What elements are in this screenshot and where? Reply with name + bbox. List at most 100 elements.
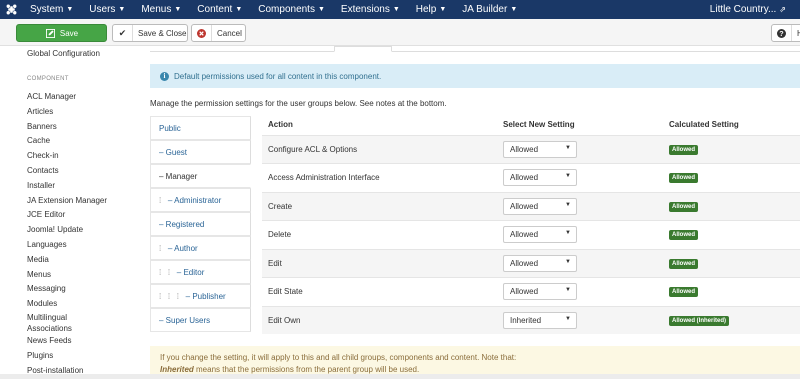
save-close-button[interactable]: ✔ Save & Close: [112, 24, 188, 42]
group-tab-editor[interactable]: ⁞ ⁞ – Editor: [150, 260, 251, 284]
sidebar: Global Configuration COMPONENT ACL Manag…: [0, 46, 142, 379]
menu-ja-builder[interactable]: JA Builder ▼: [454, 4, 525, 15]
group-tab-public[interactable]: Public: [150, 116, 251, 140]
select-value: Inherited: [510, 316, 542, 325]
select-value: Allowed: [510, 173, 539, 182]
joomla-logo-icon[interactable]: [0, 0, 22, 19]
calculated-badge: Allowed: [669, 259, 699, 269]
cancel-label: Cancel: [217, 28, 242, 38]
group-tab-super-users[interactable]: – Super Users: [150, 308, 251, 332]
group-label: – Publisher: [185, 291, 226, 301]
caret-down-icon: ▼: [392, 6, 400, 13]
caret-down-icon: ▼: [66, 6, 74, 13]
setting-select[interactable]: Allowed ▼: [503, 141, 577, 158]
sidebar-item[interactable]: Contacts: [27, 164, 139, 179]
check-icon: ✔: [113, 25, 133, 41]
menu-label: Content: [197, 4, 233, 15]
sidebar-item[interactable]: Multilingual Associations: [27, 312, 87, 334]
action-label: Edit Own: [268, 316, 301, 325]
admin-menubar: System ▼ Users ▼ Menus ▼ Content ▼ Component…: [0, 0, 800, 19]
select-caret-icon: ▼: [565, 145, 571, 151]
menu-label: Help: [415, 4, 437, 15]
menu-help[interactable]: Help ▼: [408, 4, 455, 15]
calculated-badge: Allowed: [669, 145, 699, 155]
save-label: Save: [59, 28, 79, 38]
sidebar-item[interactable]: Menus: [27, 268, 139, 283]
sidebar-item[interactable]: Installer: [27, 179, 139, 194]
group-indent: ⁞ ⁞: [159, 267, 177, 277]
horizontal-scrollbar[interactable]: [0, 374, 800, 379]
table-row: Delete Allowed ▼ Allowed: [262, 220, 800, 248]
setting-select[interactable]: Allowed ▼: [503, 226, 577, 243]
external-link-icon: ⇗: [779, 5, 786, 14]
select-caret-icon: ▼: [565, 230, 571, 236]
table-row: Access Administration Interface Allowed ▼…: [262, 163, 800, 191]
group-tab-administrator[interactable]: ⁞ – Administrator: [150, 188, 251, 212]
select-caret-icon: ▼: [565, 287, 571, 293]
help-button[interactable]: ? H: [771, 24, 800, 42]
menu-label: Extensions: [340, 4, 390, 15]
sidebar-item[interactable]: Modules: [27, 297, 139, 312]
setting-select[interactable]: Inherited ▼: [503, 312, 577, 329]
select-caret-icon: ▼: [565, 316, 571, 322]
group-label: – Author: [167, 243, 198, 253]
group-tab-manager[interactable]: – Manager: [150, 164, 251, 188]
sidebar-item[interactable]: Check-in: [27, 149, 139, 164]
cancel-icon: [192, 25, 212, 41]
menu-components[interactable]: Components ▼: [250, 4, 333, 15]
sidebar-item[interactable]: JCE Editor: [27, 208, 139, 223]
group-tab-publisher[interactable]: ⁞ ⁞ ⁞ – Publisher: [150, 284, 251, 308]
menu-extensions[interactable]: Extensions ▼: [333, 4, 408, 15]
sidebar-item[interactable]: Banners: [27, 120, 139, 135]
caret-down-icon: ▼: [235, 6, 243, 13]
save-button[interactable]: Save: [16, 24, 107, 42]
group-tab-registered[interactable]: – Registered: [150, 212, 251, 236]
manage-description: Manage the permission settings for the u…: [150, 99, 447, 108]
sidebar-item[interactable]: Joomla! Update: [27, 223, 139, 238]
sidebar-item[interactable]: Media: [27, 253, 139, 268]
note-inherited-term: Inherited: [160, 365, 194, 374]
tabs-divider: [150, 51, 800, 52]
toolbar: Save ✔ Save & Close Cancel ? H: [0, 19, 800, 46]
sidebar-item[interactable]: JA Extension Manager: [27, 194, 139, 209]
setting-select[interactable]: Allowed ▼: [503, 283, 577, 300]
setting-select[interactable]: Allowed ▼: [503, 198, 577, 215]
group-tab-guest[interactable]: – Guest: [150, 140, 251, 164]
calculated-badge: Allowed: [669, 173, 699, 183]
tab-permissions[interactable]: [334, 46, 392, 52]
group-label: – Guest: [159, 147, 188, 157]
user-groups-tabs: Public – Guest – Manager ⁞ – Administrat…: [150, 116, 251, 332]
sidebar-item[interactable]: Cache: [27, 134, 139, 149]
action-label: Create: [268, 202, 293, 211]
group-label: – Editor: [176, 267, 205, 277]
action-label: Edit: [268, 259, 282, 268]
sidebar-item[interactable]: Languages: [27, 238, 139, 253]
cancel-button[interactable]: Cancel: [191, 24, 246, 42]
sidebar-item[interactable]: Messaging: [27, 282, 139, 297]
group-tab-author[interactable]: ⁞ – Author: [150, 236, 251, 260]
group-label: – Super Users: [159, 315, 211, 325]
caret-down-icon: ▼: [118, 6, 126, 13]
sidebar-header: COMPONENT: [27, 76, 69, 82]
setting-select[interactable]: Allowed ▼: [503, 255, 577, 272]
menu-content[interactable]: Content ▼: [189, 4, 250, 15]
setting-select[interactable]: Allowed ▼: [503, 169, 577, 186]
calculated-badge: Allowed: [669, 202, 699, 212]
action-label: Configure ACL & Options: [268, 145, 358, 154]
menu-system[interactable]: System ▼: [22, 4, 81, 15]
sidebar-item[interactable]: Articles: [27, 105, 139, 120]
sidebar-global-configuration[interactable]: Global Configuration: [27, 49, 100, 58]
sidebar-item[interactable]: Plugins: [27, 349, 139, 364]
menu-users[interactable]: Users ▼: [81, 4, 133, 15]
group-label: – Administrator: [167, 195, 222, 205]
sidebar-item[interactable]: ACL Manager: [27, 90, 139, 105]
note-line: If you change the setting, it will apply…: [160, 353, 517, 362]
site-link[interactable]: Little Country... ⇗: [710, 0, 786, 19]
menu-menus[interactable]: Menus ▼: [133, 4, 189, 15]
menu-label: Components: [258, 4, 315, 15]
calculated-badge: Allowed: [669, 287, 699, 297]
table-row: Configure ACL & Options Allowed ▼ Allowed: [262, 135, 800, 163]
site-name: Little Country...: [709, 4, 777, 15]
sidebar-item[interactable]: News Feeds: [27, 334, 139, 349]
select-caret-icon: ▼: [565, 173, 571, 179]
